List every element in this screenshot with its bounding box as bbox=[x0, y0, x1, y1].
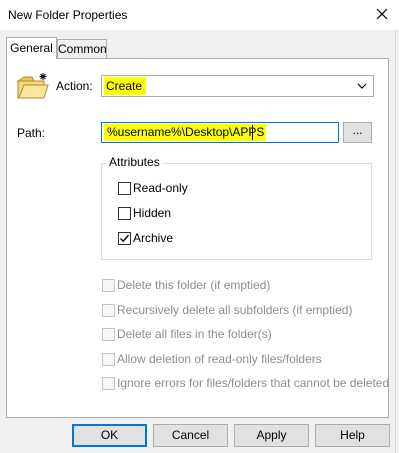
delete-files-label: Delete all files in the folder(s) bbox=[117, 327, 272, 341]
archive-label: Archive bbox=[133, 231, 174, 245]
cancel-button[interactable]: Cancel bbox=[153, 424, 228, 447]
recursive-delete-checkbox[interactable] bbox=[102, 304, 115, 317]
title-bar: New Folder Properties bbox=[0, 0, 399, 30]
window-title: New Folder Properties bbox=[8, 8, 128, 22]
read-only-label: Read-only bbox=[133, 181, 188, 195]
read-only-checkbox[interactable] bbox=[118, 182, 131, 195]
delete-folder-checkbox[interactable] bbox=[102, 279, 115, 292]
archive-checkbox[interactable] bbox=[118, 232, 131, 245]
window-frame bbox=[395, 30, 399, 453]
action-value: Create bbox=[104, 77, 147, 95]
delete-folder-label: Delete this folder (if emptied) bbox=[117, 278, 271, 292]
hidden-checkbox[interactable] bbox=[118, 207, 131, 220]
attributes-legend: Attributes bbox=[106, 155, 163, 169]
tab-general[interactable]: General bbox=[6, 37, 57, 59]
ignore-errors-label: Ignore errors for files/folders that can… bbox=[117, 376, 390, 390]
browse-button[interactable]: ... bbox=[343, 122, 372, 143]
apply-button[interactable]: Apply bbox=[234, 424, 309, 447]
delete-files-checkbox[interactable] bbox=[102, 328, 115, 341]
new-folder-icon bbox=[16, 73, 49, 99]
help-button[interactable]: Help bbox=[315, 424, 390, 447]
ignore-errors-checkbox[interactable] bbox=[102, 377, 115, 390]
path-input[interactable]: %username%\Desktop\APPS bbox=[101, 122, 339, 143]
action-label: Action: bbox=[56, 79, 93, 93]
tab-common[interactable]: Common bbox=[57, 39, 107, 59]
allow-readonly-delete-checkbox[interactable] bbox=[102, 353, 115, 366]
recursive-delete-label: Recursively delete all subfolders (if em… bbox=[117, 303, 353, 317]
text-caret bbox=[252, 125, 253, 140]
close-icon[interactable] bbox=[372, 3, 392, 25]
hidden-label: Hidden bbox=[133, 206, 172, 220]
checkmark-icon bbox=[120, 234, 130, 243]
ok-button[interactable]: OK bbox=[72, 424, 147, 447]
path-label: Path: bbox=[17, 126, 46, 140]
allow-readonly-delete-label: Allow deletion of read-only files/folder… bbox=[117, 352, 322, 366]
action-dropdown[interactable]: Create bbox=[101, 75, 374, 97]
path-value: %username%\Desktop\APPS bbox=[104, 124, 267, 141]
chevron-down-icon bbox=[357, 83, 367, 89]
